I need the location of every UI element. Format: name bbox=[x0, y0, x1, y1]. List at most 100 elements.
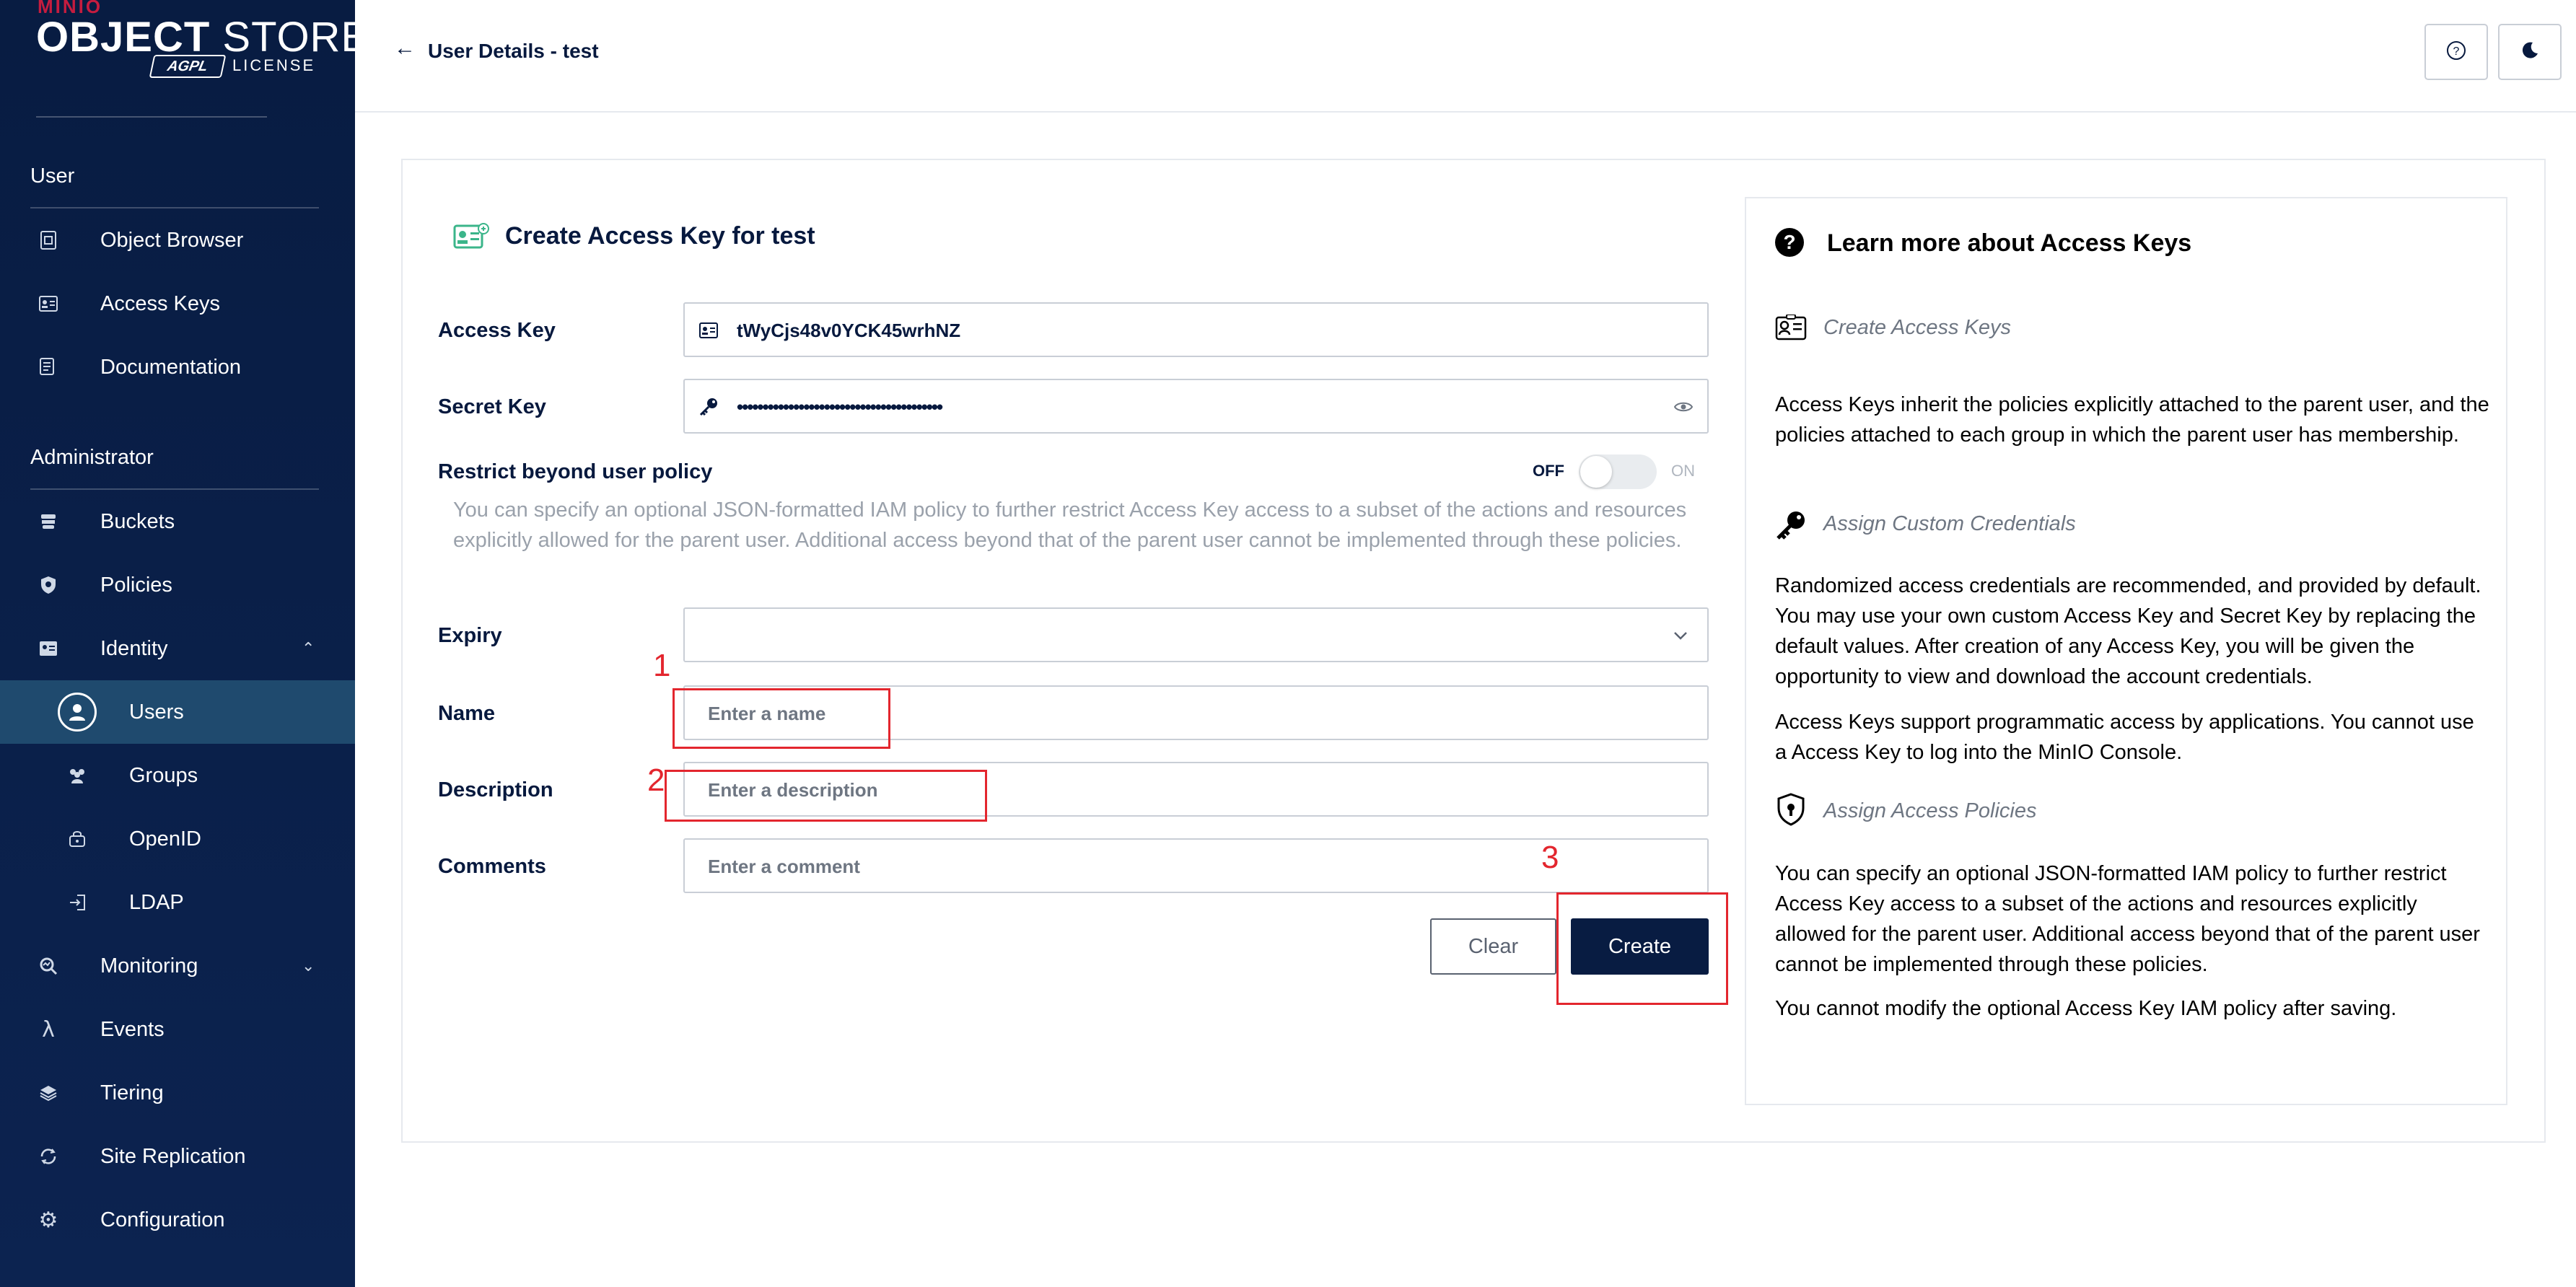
sidebar-item-events[interactable]: λ Events bbox=[0, 998, 355, 1061]
sidebar-item-label: Configuration bbox=[100, 1208, 225, 1231]
access-key-value[interactable]: tWyCjs48v0YCK45wrhNZ bbox=[737, 320, 960, 342]
top-bar: ← User Details - test ? bbox=[355, 0, 2576, 113]
sidebar-item-label: Tiering bbox=[100, 1081, 164, 1104]
sidebar-item-buckets[interactable]: Buckets bbox=[0, 490, 355, 553]
policies-icon bbox=[38, 574, 59, 596]
help-subtitle-create: Create Access Keys bbox=[1823, 316, 2012, 339]
chevron-down-icon bbox=[1668, 623, 1693, 648]
expiry-select[interactable] bbox=[683, 607, 1709, 662]
question-icon: ? bbox=[1775, 228, 1804, 257]
sidebar-item-documentation[interactable]: Documentation bbox=[0, 335, 355, 399]
help-circle-icon: ? bbox=[2446, 40, 2466, 64]
access-key-field[interactable]: tWyCjs48v0YCK45wrhNZ bbox=[683, 302, 1709, 357]
groups-icon bbox=[63, 762, 91, 789]
secret-key-value[interactable]: •••••••••••••••••••••••••••••••••••••••• bbox=[737, 396, 943, 418]
chevron-down-icon: ⌄ bbox=[302, 957, 315, 975]
help-button[interactable]: ? bbox=[2424, 24, 2488, 80]
annotation-box-3 bbox=[1556, 892, 1728, 1005]
sidebar-item-users[interactable]: Users bbox=[0, 680, 355, 744]
annotation-box-2 bbox=[665, 770, 987, 822]
restrict-policy-toggle[interactable] bbox=[1579, 454, 1657, 489]
logo-product: OBJECT STORE bbox=[36, 14, 355, 61]
expiry-label: Expiry bbox=[438, 624, 502, 647]
sidebar-item-label: Identity bbox=[100, 636, 168, 660]
access-key-card-icon bbox=[453, 222, 489, 254]
annotation-box-1 bbox=[673, 688, 890, 749]
restrict-policy-label: Restrict beyond user policy bbox=[438, 460, 713, 483]
sidebar-item-label: Events bbox=[100, 1017, 165, 1041]
sidebar-item-object-browser[interactable]: Object Browser bbox=[0, 208, 355, 272]
sidebar-item-site-replication[interactable]: Site Replication bbox=[0, 1125, 355, 1188]
annotation-number-2: 2 bbox=[647, 763, 665, 798]
gear-icon: ⚙ bbox=[38, 1207, 58, 1233]
sidebar-item-access-keys[interactable]: Access Keys bbox=[0, 272, 355, 335]
buckets-icon bbox=[38, 511, 59, 532]
toggle-on-label: ON bbox=[1671, 462, 1695, 480]
secret-key-label: Secret Key bbox=[438, 395, 546, 418]
sidebar-item-label: Policies bbox=[100, 573, 172, 597]
sidebar-item-label: Object Browser bbox=[100, 228, 244, 252]
sidebar-item-ldap[interactable]: LDAP bbox=[0, 871, 355, 934]
sidebar-section-administrator: Administrator bbox=[30, 446, 154, 469]
help-subtitle-credentials: Assign Custom Credentials bbox=[1823, 512, 2076, 535]
sidebar-item-label: Buckets bbox=[100, 509, 175, 533]
comments-input[interactable]: Enter a comment bbox=[708, 856, 860, 878]
minio-logo[interactable]: MINIO OBJECT STORE AGPL LICENSE bbox=[36, 0, 355, 108]
shield-icon bbox=[1775, 793, 1807, 826]
sidebar-item-configuration[interactable]: ⚙ Configuration bbox=[0, 1188, 355, 1252]
description-label: Description bbox=[438, 778, 553, 801]
form-header-icon-wrap bbox=[453, 222, 489, 254]
access-key-icon bbox=[698, 320, 719, 341]
toggle-off-label: OFF bbox=[1533, 462, 1564, 480]
moon-icon bbox=[2520, 40, 2540, 64]
sidebar-item-label: Site Replication bbox=[100, 1144, 246, 1168]
sidebar-item-label: Monitoring bbox=[100, 954, 198, 978]
help-paragraph: Access Keys inherit the policies explici… bbox=[1775, 393, 2489, 447]
help-subtitle-policies: Assign Access Policies bbox=[1823, 799, 2037, 822]
sidebar-item-openid[interactable]: OpenID bbox=[0, 807, 355, 871]
comments-label: Comments bbox=[438, 855, 546, 878]
restrict-policy-help: You can specify an optional JSON-formatt… bbox=[453, 498, 1687, 552]
name-label: Name bbox=[438, 702, 495, 725]
object-browser-icon bbox=[38, 229, 59, 251]
sidebar-section-user: User bbox=[30, 164, 75, 188]
toggle-knob bbox=[1580, 456, 1612, 488]
sidebar-item-groups[interactable]: Groups bbox=[0, 744, 355, 807]
sidebar-item-policies[interactable]: Policies bbox=[0, 553, 355, 617]
secret-key-field[interactable]: •••••••••••••••••••••••••••••••••••••••• bbox=[683, 379, 1709, 434]
access-key-label: Access Key bbox=[438, 319, 556, 342]
sidebar-item-label: Groups bbox=[129, 763, 198, 787]
help-paragraph: Randomized access credentials are recomm… bbox=[1775, 574, 2481, 688]
sidebar-item-label: Access Keys bbox=[100, 291, 220, 315]
site-replication-icon bbox=[38, 1146, 59, 1167]
sidebar-item-label: Users bbox=[129, 700, 184, 724]
sidebar-item-label: Documentation bbox=[100, 355, 242, 379]
access-keys-icon bbox=[1775, 312, 1807, 343]
access-keys-icon bbox=[38, 293, 59, 315]
sidebar-item-label: LDAP bbox=[129, 890, 184, 914]
dark-mode-button[interactable] bbox=[2498, 24, 2562, 80]
sidebar-item-identity[interactable]: Identity ⌃ bbox=[0, 617, 355, 680]
key-icon bbox=[698, 396, 719, 418]
help-paragraph: You can specify an optional JSON-formatt… bbox=[1775, 862, 2480, 976]
clear-button[interactable]: Clear bbox=[1430, 918, 1556, 975]
sidebar-item-tiering[interactable]: Tiering bbox=[0, 1061, 355, 1125]
sidebar-divider bbox=[36, 116, 267, 118]
ldap-icon bbox=[63, 889, 91, 916]
svg-text:?: ? bbox=[2453, 45, 2460, 58]
sidebar-item-label: OpenID bbox=[129, 827, 201, 851]
help-paragraph: You cannot modify the optional Access Ke… bbox=[1775, 997, 2397, 1020]
logo-agpl-badge: AGPL bbox=[149, 55, 227, 78]
lambda-icon: λ bbox=[42, 1016, 55, 1042]
openid-icon bbox=[63, 825, 91, 853]
annotation-number-1: 1 bbox=[653, 648, 671, 683]
eye-icon[interactable] bbox=[1673, 396, 1694, 418]
page-title[interactable]: User Details - test bbox=[428, 40, 599, 63]
tiering-icon bbox=[38, 1082, 59, 1104]
sidebar-item-monitoring[interactable]: Monitoring ⌄ bbox=[0, 934, 355, 998]
monitoring-icon bbox=[38, 955, 59, 977]
back-arrow-icon[interactable]: ← bbox=[394, 36, 416, 61]
help-paragraph: Access Keys support programmatic access … bbox=[1775, 711, 2474, 764]
sidebar: MINIO OBJECT STORE AGPL LICENSE User Obj… bbox=[0, 0, 355, 1287]
users-icon bbox=[58, 693, 97, 732]
